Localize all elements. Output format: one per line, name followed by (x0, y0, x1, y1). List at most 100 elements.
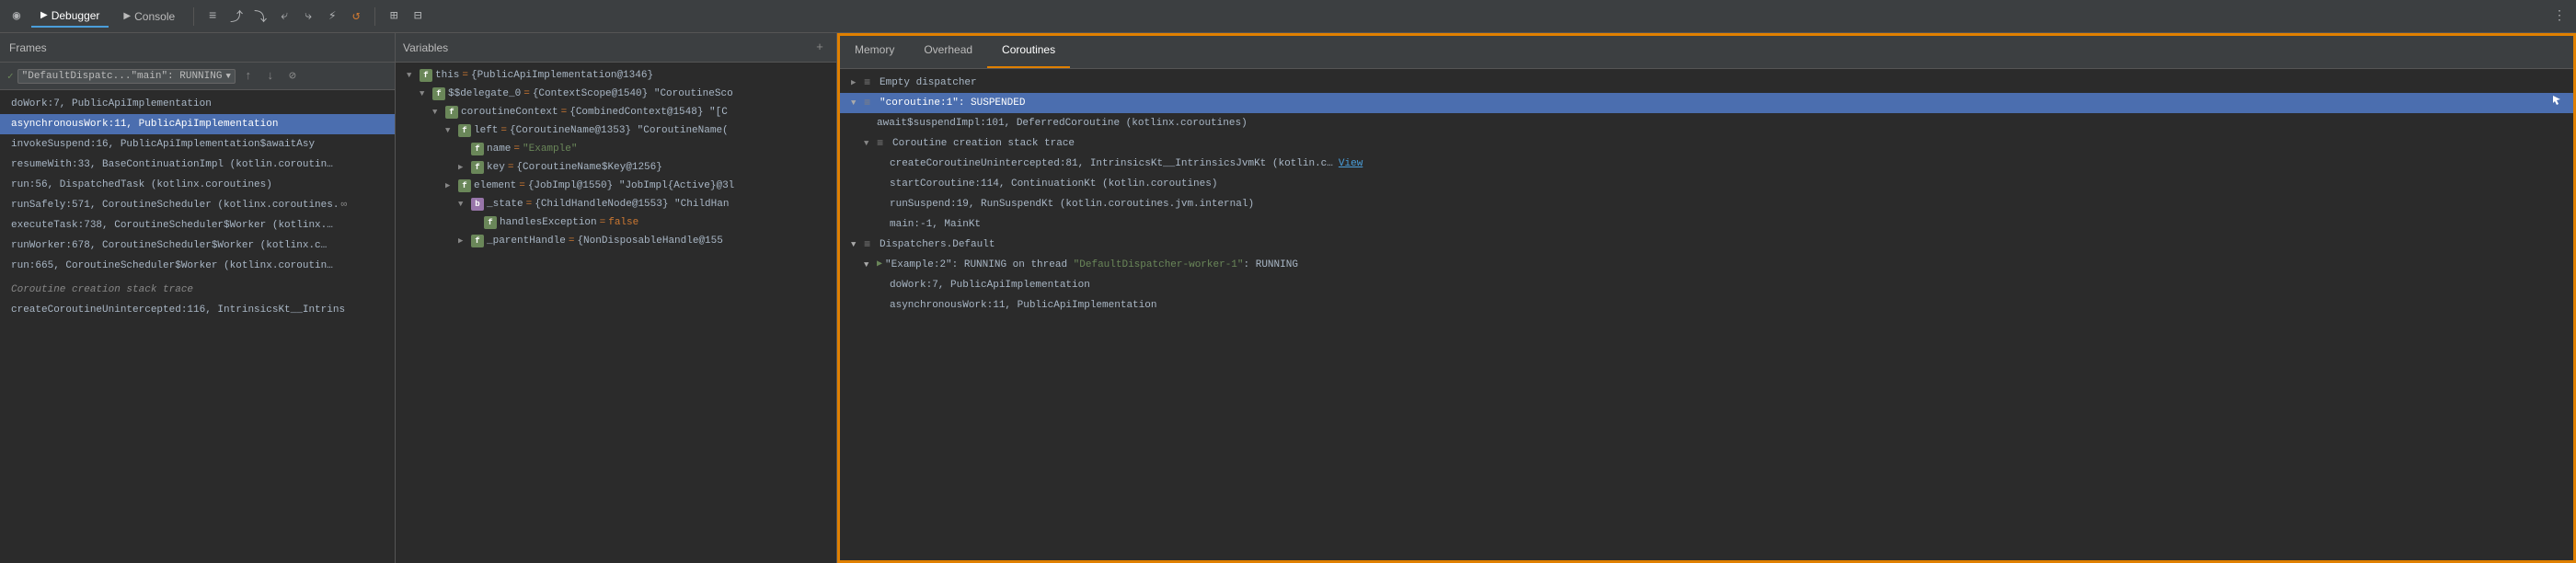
frame-text: createCoroutineUnintercepted:81, Intrins… (890, 155, 1333, 173)
grid-icon[interactable]: ⊞ (385, 7, 403, 26)
add-watch-button[interactable]: + (811, 39, 829, 57)
var-row: ▶ f element = {JobImpl@1550} "JobImpl{Ac… (396, 177, 836, 195)
tab-memory[interactable]: Memory (840, 36, 909, 68)
var-name: handlesException (500, 214, 597, 231)
coroutine-frame-row[interactable]: asynchronousWork:11, PublicApiImplementa… (840, 295, 2573, 316)
view-source-link[interactable]: View (1339, 155, 1363, 173)
step-over-icon[interactable]: ⤴ (227, 7, 246, 26)
frame-item[interactable]: asynchronousWork:11, PublicApiImplementa… (0, 114, 395, 134)
var-name: _state (487, 196, 523, 213)
frames-selector: ✓ "DefaultDispatc..."main": RUNNING ▼ ↑ … (0, 63, 395, 90)
coroutines-tabs: Memory Overhead Coroutines (840, 36, 2573, 69)
coroutine-frame-row[interactable]: await$suspendImpl:101, DeferredCoroutine… (840, 113, 2573, 133)
step-out-icon[interactable]: ⤶ (275, 7, 293, 26)
step-into-icon[interactable]: ⤵ (251, 7, 270, 26)
coroutine-selector-dropdown[interactable]: "DefaultDispatc..."main": RUNNING ▼ (17, 69, 236, 84)
var-toggle[interactable]: ▼ (420, 86, 432, 102)
frames-list: doWork:7, PublicApiImplementation asynch… (0, 90, 395, 563)
var-eq: = (600, 214, 606, 231)
infinity-icon: ∞ (340, 197, 347, 213)
frame-item[interactable]: executeTask:738, CoroutineScheduler$Work… (0, 215, 395, 236)
list-icon[interactable]: ≡ (203, 7, 222, 26)
coroutine-running-row[interactable]: ▼ ▶ "Example:2": RUNNING on thread "Defa… (840, 255, 2573, 275)
var-value: "Example" (523, 141, 577, 157)
frame-text: runSafely:571, CoroutineScheduler (kotli… (11, 197, 339, 213)
coroutine-frame-row[interactable]: main:-1, MainKt (840, 214, 2573, 235)
tab-coroutines[interactable]: Coroutines (987, 36, 1070, 68)
variables-list: ▼ f this = {PublicApiImplementation@1346… (396, 63, 836, 563)
var-eq: = (569, 233, 575, 249)
frame-text: await$suspendImpl:101, DeferredCoroutine… (877, 114, 1248, 132)
var-toggle[interactable]: ▼ (445, 122, 458, 139)
evaluate-icon[interactable]: ⚡ (323, 7, 341, 26)
var-toggle[interactable]: ▼ (432, 104, 445, 121)
layout-icon[interactable]: ⊟ (408, 7, 427, 26)
section-name: Coroutine creation stack trace (892, 134, 1075, 153)
selector-label: "DefaultDispatc..."main": RUNNING (22, 71, 223, 82)
group-toggle[interactable]: ▶ (851, 74, 864, 92)
var-value: false (608, 214, 638, 231)
coroutine-group-row[interactable]: ▶ ≡ Empty dispatcher (840, 73, 2573, 93)
frame-text: doWork:7, PublicApiImplementation (890, 276, 1090, 294)
var-value: {ContextScope@1540} "CoroutineSco (533, 86, 733, 102)
running-toggle[interactable]: ▼ (864, 256, 877, 274)
variables-header: Variables + (396, 33, 836, 63)
frame-item[interactable]: resumeWith:33, BaseContinuationImpl (kot… (0, 155, 395, 175)
coroutine-group-row[interactable]: ▼ ≡ Dispatchers.Default (840, 235, 2573, 255)
coroutine-frame-row[interactable]: createCoroutineUnintercepted:81, Intrins… (840, 154, 2573, 174)
group-toggle[interactable]: ▼ (851, 236, 864, 254)
frames-up-button[interactable]: ↑ (239, 67, 258, 86)
run-to-cursor-icon[interactable]: ⤷ (299, 7, 317, 26)
var-toggle[interactable]: ▶ (458, 233, 471, 249)
var-name: left (474, 122, 498, 139)
var-row: ▼ f this = {PublicApiImplementation@1346… (396, 66, 836, 85)
section-list-icon: ≡ (877, 134, 890, 153)
tab-debugger[interactable]: ▶ Debugger (31, 6, 109, 28)
var-value: {CoroutineName@1353} "CoroutineName( (510, 122, 729, 139)
frame-item[interactable]: createCoroutineUnintercepted:116, Intrin… (0, 300, 395, 320)
var-eq: = (526, 196, 533, 213)
var-eq: = (519, 178, 525, 194)
var-toggle[interactable]: ▼ (407, 67, 420, 84)
group-list-icon: ≡ (864, 236, 877, 254)
frames-down-button[interactable]: ↓ (261, 67, 280, 86)
frames-filter-button[interactable]: ⊘ (283, 67, 302, 86)
frame-item[interactable]: runSafely:571, CoroutineScheduler (kotli… (0, 195, 395, 215)
coroutine-toggle[interactable]: ▼ (851, 94, 864, 112)
section-toggle[interactable]: ▼ (864, 134, 877, 153)
var-name: name (487, 141, 511, 157)
var-toggle[interactable]: ▶ (458, 159, 471, 176)
more-icon[interactable]: ⋮ (2550, 7, 2569, 26)
group-name: Empty dispatcher (880, 74, 977, 92)
coroutine-frame-row[interactable]: runSuspend:19, RunSuspendKt (kotlin.coro… (840, 194, 2573, 214)
variables-panel: Variables + ▼ f this = {PublicApiImpleme… (396, 33, 837, 563)
var-type-icon: f (432, 87, 445, 100)
frame-item[interactable]: run:56, DispatchedTask (kotlinx.coroutin… (0, 175, 395, 195)
var-toggle[interactable]: ▶ (445, 178, 458, 194)
resume-icon[interactable]: ↺ (347, 7, 365, 26)
coroutine-frame-row[interactable]: doWork:7, PublicApiImplementation (840, 275, 2573, 295)
coroutine-row[interactable]: ▼ ≡ "coroutine:1": SUSPENDED (840, 93, 2573, 113)
cursor-icon (2551, 94, 2562, 105)
coroutine-list-icon: ≡ (864, 94, 877, 112)
coroutines-content: ▶ ≡ Empty dispatcher ▼ ≡ "coroutine:1": … (840, 69, 2573, 560)
tab-console[interactable]: ▶ Console (114, 6, 184, 27)
coroutines-panel: Memory Overhead Coroutines ▶ ≡ Empty dis… (837, 33, 2576, 563)
toolbar-sep2 (374, 7, 375, 26)
coroutine-frame-row[interactable]: startCoroutine:114, ContinuationKt (kotl… (840, 174, 2573, 194)
running-text: "Example:2": RUNNING on thread "DefaultD… (885, 256, 1298, 274)
variables-title: Variables (403, 41, 448, 54)
frame-item[interactable]: invokeSuspend:16, PublicApiImplementatio… (0, 134, 395, 155)
tab-overhead[interactable]: Overhead (909, 36, 987, 68)
var-eq: = (523, 86, 530, 102)
frame-section-header: Coroutine creation stack trace (0, 280, 395, 300)
var-type-icon: f (471, 161, 484, 174)
var-type-icon: f (471, 235, 484, 247)
frame-item[interactable]: doWork:7, PublicApiImplementation (0, 94, 395, 114)
var-value: {CombinedContext@1548} "[C (569, 104, 728, 121)
var-row: ▼ f left = {CoroutineName@1353} "Corouti… (396, 121, 836, 140)
var-toggle[interactable]: ▼ (458, 196, 471, 213)
frame-item[interactable]: runWorker:678, CoroutineScheduler$Worker… (0, 236, 395, 256)
group-list-icon: ≡ (864, 74, 877, 92)
frame-item[interactable]: run:665, CoroutineScheduler$Worker (kotl… (0, 256, 395, 276)
